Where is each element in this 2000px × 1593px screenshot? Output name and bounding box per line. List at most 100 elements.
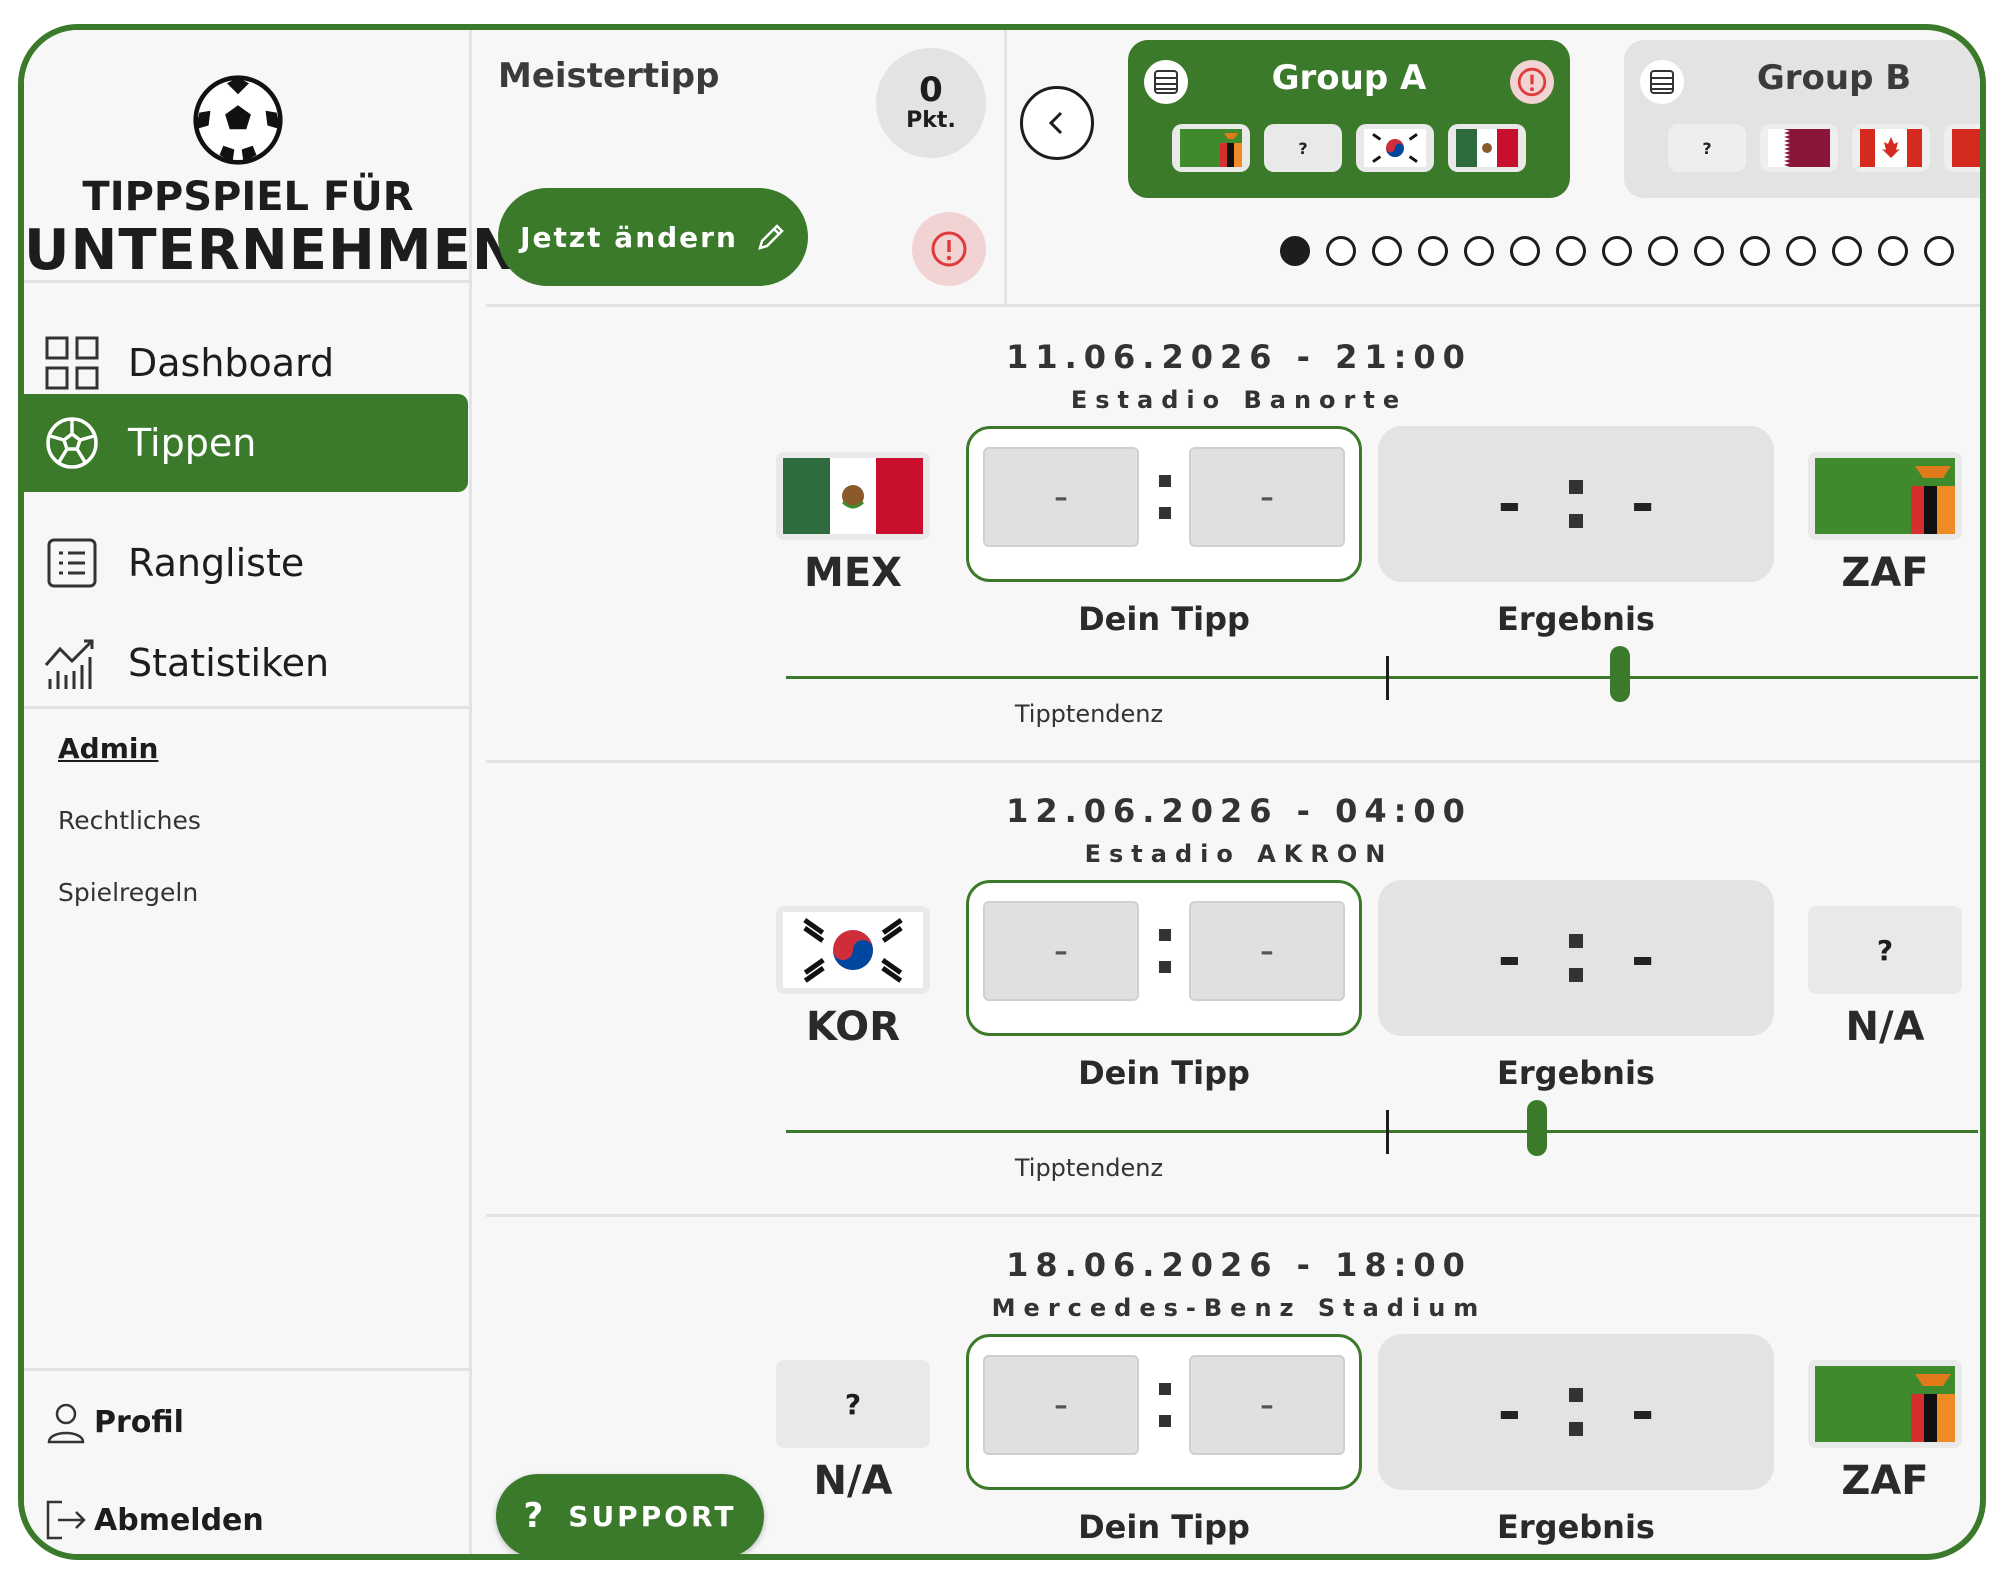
pagination-dot[interactable]	[1556, 236, 1586, 266]
tendency-center-mark	[1386, 656, 1389, 700]
rules-link[interactable]: Spielregeln	[58, 878, 198, 907]
change-champion-button[interactable]: Jetzt ändern	[498, 188, 808, 286]
flag-unknown: ?	[776, 1360, 930, 1448]
group-card-a[interactable]: Group A ?	[1128, 40, 1570, 198]
home-tip-input[interactable]: -	[983, 1355, 1139, 1455]
carousel-prev-button[interactable]	[1020, 86, 1094, 160]
mini-flag-can	[1852, 124, 1930, 172]
group-alert-icon[interactable]	[1510, 60, 1554, 104]
group-b-title: Group B	[1756, 58, 1912, 98]
logo-line-2: UNTERNEHMEN	[24, 218, 520, 283]
home-result: -	[1497, 925, 1521, 991]
result-label: Ergebnis	[1497, 600, 1655, 638]
away-result: -	[1631, 471, 1655, 537]
away-result: -	[1631, 1379, 1655, 1445]
logout-icon	[46, 1500, 86, 1540]
profile-label: Profil	[94, 1404, 184, 1440]
pagination-dot[interactable]	[1740, 236, 1770, 266]
pagination-dot[interactable]	[1878, 236, 1908, 266]
result-box: - -	[1378, 426, 1774, 582]
pagination-dot[interactable]	[1418, 236, 1448, 266]
points-unit: Pkt.	[906, 108, 956, 133]
away-team: ZAF	[1841, 550, 1929, 596]
result-separator	[1569, 934, 1583, 982]
score-separator	[1159, 923, 1173, 987]
home-result: -	[1497, 471, 1521, 537]
mini-flag-unknown: ?	[1264, 124, 1342, 172]
mini-flag-sui	[1944, 124, 1980, 172]
result-label: Ergebnis	[1497, 1054, 1655, 1092]
user-icon	[47, 1403, 85, 1444]
tendency-label: Tipptendenz	[1014, 1154, 1164, 1182]
group-a-title: Group A	[1271, 58, 1427, 98]
home-team: KOR	[805, 1004, 900, 1050]
nav-item-statistiken[interactable]: Statistiken	[24, 614, 468, 712]
support-button[interactable]: ? SUPPORT	[496, 1474, 764, 1554]
tendency-center-mark	[1386, 1110, 1389, 1154]
pagination-dot[interactable]	[1280, 236, 1310, 266]
home-tip-input[interactable]: -	[983, 447, 1139, 547]
admin-link[interactable]: Admin	[58, 732, 158, 765]
tip-tendency-slider	[786, 646, 1978, 702]
away-tip-input[interactable]: -	[1189, 447, 1345, 547]
nav-item-tippen[interactable]: Tippen	[24, 394, 468, 492]
help-icon: ?	[523, 1496, 547, 1536]
score-separator	[1159, 469, 1173, 533]
mini-flag-kor	[1356, 124, 1434, 172]
change-button-label: Jetzt ändern	[520, 220, 738, 254]
pagination-dot[interactable]	[1326, 236, 1356, 266]
result-label: Ergebnis	[1497, 1508, 1655, 1546]
pagination-dot[interactable]	[1786, 236, 1816, 266]
away-tip-input[interactable]: -	[1189, 901, 1345, 1001]
pagination-dot[interactable]	[1372, 236, 1402, 266]
flag-zaf	[1808, 452, 1962, 540]
legal-link[interactable]: Rechtliches	[58, 806, 201, 835]
match-date: 18.06.2026 - 18:00	[1006, 1246, 1472, 1284]
logout-link[interactable]: Abmelden	[44, 1498, 264, 1542]
app-frame: TIPPSPIEL FÜR UNTERNEHMEN Dashboard Tipp…	[18, 24, 1986, 1560]
match-venue: Mercedes-Benz Stadium	[991, 1294, 1487, 1322]
mini-flag-mex	[1448, 124, 1526, 172]
divider	[24, 1368, 472, 1371]
app-logo[interactable]: TIPPSPIEL FÜR UNTERNEHMEN	[24, 50, 520, 283]
mini-flag-qat	[1760, 124, 1838, 172]
points-value: 0	[919, 70, 943, 110]
tendency-knob	[1610, 646, 1631, 702]
profile-link[interactable]: Profil	[44, 1400, 184, 1444]
away-result: -	[1631, 925, 1655, 991]
pencil-icon	[758, 224, 784, 250]
nav-item-rangliste[interactable]: Rangliste	[24, 514, 468, 612]
divider	[24, 706, 472, 709]
group-card-b[interactable]: Group B ?	[1624, 40, 1980, 198]
away-team: N/A	[1845, 1004, 1925, 1050]
meistertipp-title: Meistertipp	[498, 56, 720, 96]
match-card: 11.06.2026 - 21:00 Estadio Banorte MEX -…	[486, 308, 1980, 760]
home-tip-input[interactable]: -	[983, 901, 1139, 1001]
nav-label-tippen: Tippen	[128, 421, 257, 465]
pagination-dot[interactable]	[1602, 236, 1632, 266]
logo-line-1: TIPPSPIEL FÜR	[82, 174, 414, 220]
pagination-dot[interactable]	[1694, 236, 1724, 266]
match-venue: Estadio Banorte	[1070, 386, 1408, 414]
pagination-dot[interactable]	[1924, 236, 1954, 266]
logout-label: Abmelden	[94, 1502, 264, 1538]
support-label: SUPPORT	[568, 1499, 737, 1533]
home-team: N/A	[813, 1458, 893, 1504]
divider	[24, 280, 472, 283]
meistertipp-alert-icon[interactable]	[912, 212, 986, 286]
match-date: 12.06.2026 - 04:00	[1006, 792, 1472, 830]
pagination-dot[interactable]	[1832, 236, 1862, 266]
pagination-dot[interactable]	[1648, 236, 1678, 266]
tendency-knob	[1526, 1100, 1547, 1156]
soccer-ball-logo-icon	[193, 75, 283, 165]
pagination-dot[interactable]	[1510, 236, 1540, 266]
list-icon	[44, 535, 100, 591]
pagination-dot[interactable]	[1464, 236, 1494, 266]
tip-box: - -	[966, 880, 1362, 1036]
home-result: -	[1497, 1379, 1521, 1445]
match-date: 11.06.2026 - 21:00	[1006, 338, 1472, 376]
away-tip-input[interactable]: -	[1189, 1355, 1345, 1455]
flag-unknown: ?	[1808, 906, 1962, 994]
result-separator	[1569, 1388, 1583, 1436]
nav-label-statistiken: Statistiken	[128, 641, 330, 685]
